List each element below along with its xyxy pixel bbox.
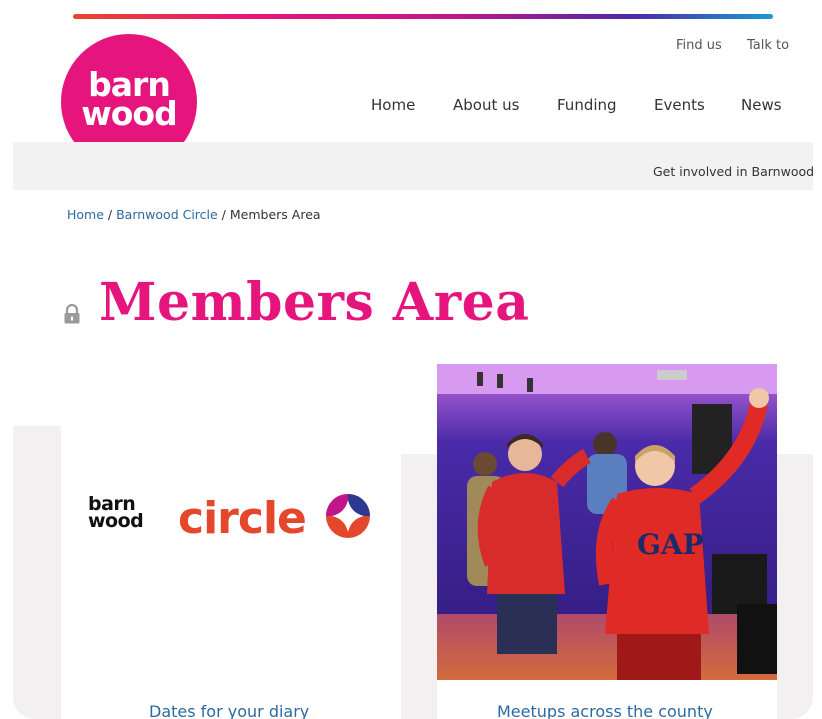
logo-text: barn wood xyxy=(69,68,189,133)
circle-wordmark: circle xyxy=(178,493,307,544)
background-shape xyxy=(777,454,813,719)
browser-viewport: barn wood Find us Talk to Home About us … xyxy=(13,14,813,719)
lock-icon xyxy=(64,304,80,324)
logo-text-line2: wood xyxy=(81,94,177,133)
barnwood-small-wordmark: barn wood xyxy=(88,495,144,532)
page-title: Members Area xyxy=(99,272,530,333)
nav-news[interactable]: News xyxy=(741,96,782,114)
nav-home[interactable]: Home xyxy=(371,96,415,114)
background-shape xyxy=(13,426,61,719)
nav-funding[interactable]: Funding xyxy=(557,96,617,114)
breadcrumb-current: Members Area xyxy=(229,207,321,222)
card-caption-dates[interactable]: Dates for your diary xyxy=(149,702,309,719)
get-involved-link[interactable]: Get involved in Barnwood xyxy=(653,164,813,179)
breadcrumb-home[interactable]: Home xyxy=(67,207,104,222)
card-caption-meetups[interactable]: Meetups across the county xyxy=(497,702,713,719)
brand-gradient-bar xyxy=(73,14,773,19)
find-us-link[interactable]: Find us xyxy=(676,38,722,53)
group-dancing-photo: GAP xyxy=(437,364,777,680)
talk-to-us-link[interactable]: Talk to xyxy=(747,38,789,53)
background-shape xyxy=(401,454,437,719)
star-icon xyxy=(326,494,370,538)
svg-text:GAP: GAP xyxy=(637,528,704,561)
breadcrumb: Home / Barnwood Circle / Members Area xyxy=(67,207,321,222)
barnwood-circle-logo: barn wood circle xyxy=(88,494,378,554)
nav-events[interactable]: Events xyxy=(654,96,705,114)
breadcrumb-separator: / xyxy=(217,207,230,222)
breadcrumb-barnwood-circle[interactable]: Barnwood Circle xyxy=(116,207,218,222)
breadcrumb-separator: / xyxy=(103,207,117,222)
nav-about-us[interactable]: About us xyxy=(453,96,519,114)
wordmark-line2: wood xyxy=(88,510,144,532)
